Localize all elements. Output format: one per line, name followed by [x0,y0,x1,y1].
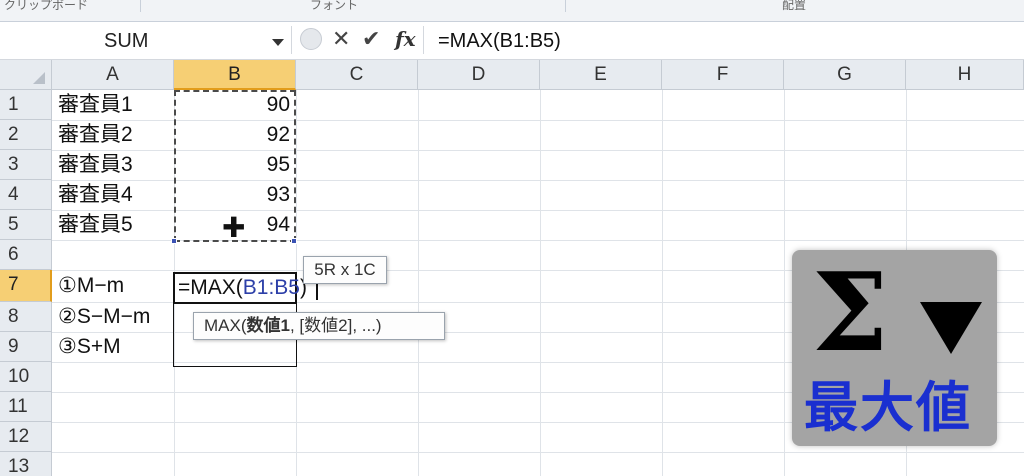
expand-handle-icon[interactable] [300,28,322,50]
formula-bar: SUM ✕ ✔ fx =MAX(B1:B5) [0,22,1024,60]
row-header-13[interactable]: 13 [0,452,52,476]
cancel-icon[interactable]: ✕ [332,26,350,52]
formula-buttons: ✕ ✔ fx [298,26,424,54]
ribbon-group-alignment: 配置 [782,0,807,12]
row-header-6[interactable]: 6 [0,240,52,270]
cell-a3[interactable]: 審査員3 [52,150,174,180]
cell-a5[interactable]: 審査員5 [52,210,174,240]
name-box-value: SUM [104,30,149,52]
cell-a1[interactable]: 審査員1 [52,90,174,120]
select-all-button[interactable] [0,60,52,90]
ribbon-separator [565,0,566,12]
column-header-h[interactable]: H [906,60,1024,90]
ribbon-group-font: フォント [310,0,359,12]
row-header-5[interactable]: 5 [0,210,52,240]
row-header-12[interactable]: 12 [0,422,52,452]
check-icon[interactable]: ✔ [362,26,380,52]
ribbon-separator [140,0,141,12]
range-handle[interactable] [171,238,177,244]
chevron-down-icon[interactable] [272,39,284,46]
cell-b7-editor[interactable]: =MAX(B1:B5) [178,273,307,303]
ribbon-group-clipboard: クリップボード [4,0,89,12]
autosum-overlay: Σ 最大値 [792,250,997,446]
row-header-1[interactable]: 1 [0,90,52,120]
cell-a8[interactable]: ②S−M−m [52,302,174,332]
sigma-icon: Σ [812,250,889,376]
ribbon-strip: クリップボード フォント 配置 [0,0,1024,22]
autosum-label: 最大値 [804,378,972,438]
name-box[interactable]: SUM [0,26,292,54]
column-header-e[interactable]: E [540,60,662,90]
row-header-4[interactable]: 4 [0,180,52,210]
select-all-icon [33,72,45,84]
grid-line [784,90,785,476]
row-header-11[interactable]: 11 [0,392,52,422]
column-header-d[interactable]: D [418,60,540,90]
formula-input[interactable]: =MAX(B1:B5) [438,30,561,53]
grid-line [52,452,1024,453]
row-header-9[interactable]: 9 [0,332,52,362]
column-header-b[interactable]: B [174,60,296,90]
insert-function-icon[interactable]: fx [395,27,416,51]
hint-args-rest: , [数値2], ...) [289,316,382,335]
row-header-2[interactable]: 2 [0,120,52,150]
grid-line [418,90,419,476]
hint-func-name: MAX( [204,316,247,335]
cell-a7[interactable]: ①M−m [52,271,174,301]
column-header-c[interactable]: C [296,60,418,90]
column-header-a[interactable]: A [52,60,174,90]
cell-a4[interactable]: 審査員4 [52,180,174,210]
row-header-3[interactable]: 3 [0,150,52,180]
row-header-8[interactable]: 8 [0,302,52,332]
range-handle[interactable] [291,238,297,244]
cell-a2[interactable]: 審査員2 [52,120,174,150]
row-header-10[interactable]: 10 [0,362,52,392]
grid-line [662,90,663,476]
cross-cursor-icon: ✚ [222,212,246,243]
column-header-g[interactable]: G [784,60,906,90]
function-hint-tooltip: MAX(数値1, [数値2], ...) [193,312,445,340]
column-header-f[interactable]: F [662,60,784,90]
range-size-tooltip: 5R x 1C [303,256,387,284]
cell-a9[interactable]: ③S+M [52,332,174,362]
grid-line [540,90,541,476]
dropdown-triangle-icon [920,302,982,354]
edit-range-ref: B1:B5 [242,276,300,299]
edit-prefix: =MAX( [178,276,243,299]
hint-arg1: 数値1 [246,316,290,335]
row-header-7[interactable]: 7 [0,270,52,302]
